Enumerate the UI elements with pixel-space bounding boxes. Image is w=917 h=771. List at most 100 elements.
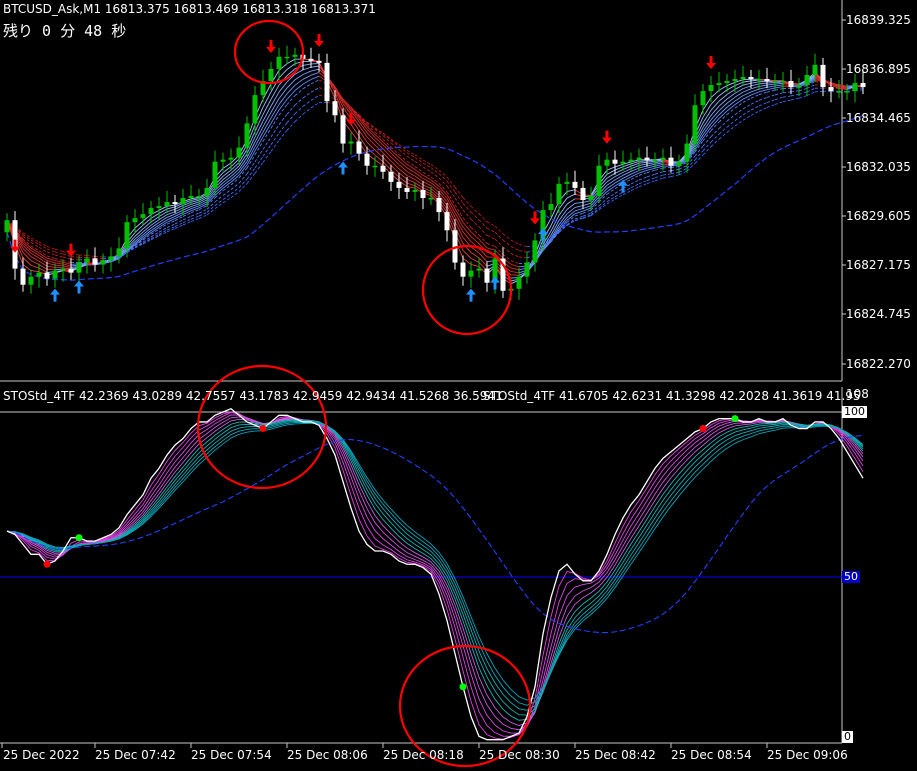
price-ma-line [630, 179, 640, 185]
price-ma-line [38, 252, 48, 259]
price-ma-line [406, 160, 416, 167]
price-ma-line [270, 140, 280, 152]
price-ma-line [54, 260, 64, 263]
price-ma-line [718, 120, 728, 129]
price-ma-line [414, 154, 424, 161]
price-ma-line [30, 247, 40, 254]
price-ma-line [270, 91, 280, 107]
price-ma-line [350, 130, 360, 143]
price-ma-line [254, 156, 264, 169]
price-ma-line [750, 81, 760, 84]
price-ma-line [414, 161, 424, 168]
sell-arrow [266, 39, 276, 53]
price-ma-line [742, 85, 752, 90]
price-ma-line [750, 88, 760, 93]
candle-body [388, 171, 394, 182]
price-ma-line [430, 164, 440, 171]
price-axis-label: 16824.745 [846, 307, 911, 321]
candle-body [628, 159, 634, 162]
price-axis-label: 16839.325 [846, 13, 911, 27]
candle-body [244, 123, 250, 148]
buy-arrow [50, 288, 60, 302]
price-ma-line [662, 176, 672, 179]
price-ma-line [198, 203, 208, 209]
price-ma-line [638, 183, 648, 188]
price-ma-line [222, 189, 232, 196]
price-ma-line [750, 91, 760, 96]
candle-body [228, 157, 234, 160]
candle-body [676, 161, 682, 166]
candle-body [852, 83, 858, 92]
price-ma-line [790, 93, 800, 97]
price-ma-line [758, 107, 768, 112]
price-ma-line [638, 180, 648, 185]
price-ma-line [230, 158, 240, 167]
indicator-ribbon-line [6, 414, 864, 734]
price-ma-line [54, 258, 64, 261]
price-ma-line [702, 146, 712, 156]
price-ma-line [494, 238, 504, 248]
price-ma-line [758, 102, 768, 107]
price-ma-line [222, 169, 232, 177]
price-ma-line [734, 119, 744, 127]
price-ma-line [246, 167, 256, 180]
candle-body [780, 81, 786, 83]
price-ma-line [710, 89, 720, 98]
price-ma-line [30, 264, 40, 269]
price-ma-line [302, 79, 312, 85]
price-ma-line [582, 202, 592, 207]
price-ma-line [54, 264, 64, 267]
price-ma-line [750, 85, 760, 90]
indicator-ribbons [6, 407, 864, 741]
price-ma-line [294, 106, 304, 115]
price-ma-line [486, 227, 496, 233]
candle-body [700, 91, 706, 106]
candle-body [764, 78, 770, 82]
buy-arrow [74, 280, 84, 294]
price-ma-line [510, 246, 520, 251]
price-ma-line [302, 63, 312, 66]
candle-body [276, 56, 282, 69]
price-ma-line [566, 189, 576, 192]
price-ma-line [174, 216, 184, 221]
price-ma-line [734, 81, 744, 86]
price-ma-line [654, 171, 664, 175]
price-ma-line [214, 199, 224, 206]
price-ma-line [54, 248, 64, 252]
price-ma-line [302, 107, 312, 115]
indicator-sell-dot [259, 425, 267, 433]
price-ma-line [670, 166, 680, 168]
price-ma-line [798, 95, 808, 99]
price-ma-line [574, 208, 584, 212]
price-ma-line [638, 165, 648, 169]
candle-body [668, 157, 674, 166]
candle-body [380, 165, 386, 172]
price-ma-line [734, 114, 744, 122]
price-ma-line [726, 104, 736, 112]
candle-body [364, 153, 370, 166]
candle-body [292, 54, 298, 57]
price-ma-line [774, 88, 784, 91]
price-ma-line [430, 185, 440, 193]
price-ma-line [614, 163, 624, 168]
price-ma-line [390, 156, 400, 166]
price-ma-line [574, 205, 584, 208]
price-ma-line [654, 163, 664, 167]
price-ma-line [46, 251, 56, 256]
price-ma-line [486, 235, 496, 240]
time-axis-label: 25 Dec 09:06 [767, 748, 848, 762]
price-axis-label: 16832.035 [846, 160, 911, 174]
price-ma-line [382, 156, 392, 166]
candle-body [220, 159, 226, 162]
price-ma-line [302, 74, 312, 80]
candle-body [20, 268, 26, 285]
price-ma-line [286, 63, 296, 70]
price-ma-line [462, 217, 472, 228]
signal-arrows [10, 33, 716, 302]
price-ma-line [302, 99, 312, 107]
candle-body [796, 85, 802, 88]
price-ma-line [462, 231, 472, 242]
price-ma-line [174, 214, 184, 219]
price-ma-line [766, 83, 776, 86]
price-axis-label: 16822.270 [846, 357, 911, 371]
